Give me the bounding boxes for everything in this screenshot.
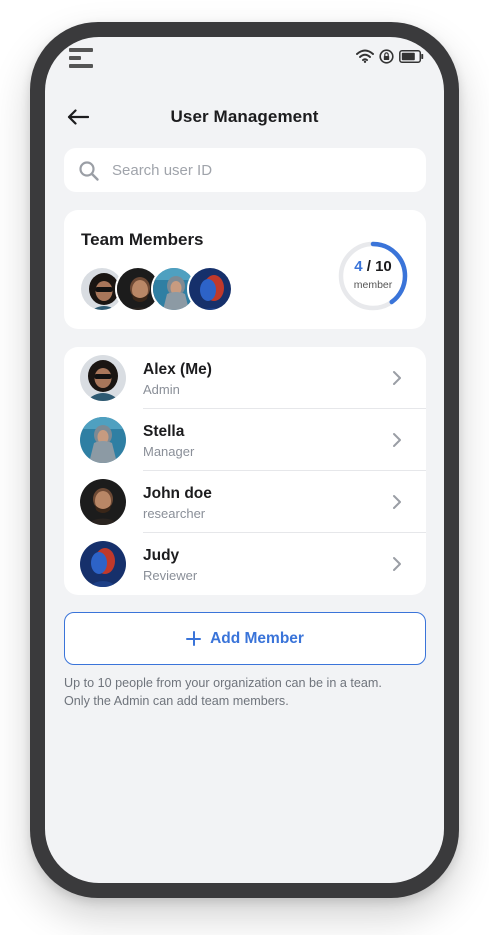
search-input[interactable] [112, 148, 412, 192]
chevron-right-icon [393, 433, 401, 447]
avatar [187, 266, 233, 312]
member-count-ring: 4 / 10 member [337, 240, 409, 312]
member-row-judy[interactable]: Judy Reviewer [64, 533, 426, 595]
member-name: Judy [143, 547, 180, 564]
status-bar [45, 37, 444, 81]
plus-icon [186, 631, 202, 646]
member-role: Admin [143, 382, 180, 397]
screen: User Management Team Members [45, 37, 444, 883]
header: User Management [45, 97, 444, 137]
member-name: Stella [143, 423, 185, 440]
note-line-1: Up to 10 people from your organization c… [64, 676, 382, 690]
member-count-current: 4 [354, 258, 363, 275]
wifi-icon [356, 49, 374, 63]
avatar [80, 541, 126, 587]
member-role: Manager [143, 444, 195, 459]
chevron-right-icon [393, 371, 401, 385]
member-row-alex[interactable]: Alex (Me) Admin [64, 347, 426, 409]
member-count-separator: / [366, 258, 371, 275]
lock-rotation-icon [379, 48, 394, 64]
member-name: Alex (Me) [143, 361, 212, 378]
member-name: John doe [143, 485, 212, 502]
member-row-stella[interactable]: Stella Manager [64, 409, 426, 471]
team-members-title: Team Members [81, 230, 204, 249]
status-icons [356, 48, 424, 64]
avatar [80, 417, 126, 463]
avatar-stack [79, 266, 239, 312]
add-member-button[interactable]: Add Member [64, 612, 426, 665]
member-role: researcher [143, 506, 206, 521]
page-title: User Management [170, 107, 319, 126]
phone-frame: User Management Team Members [30, 22, 459, 898]
member-row-john-doe[interactable]: John doe researcher [64, 471, 426, 533]
member-role: Reviewer [143, 568, 198, 583]
member-count-label: member [353, 279, 393, 291]
add-member-label: Add Member [210, 629, 304, 647]
member-count-max: 10 [375, 258, 392, 275]
chevron-right-icon [393, 495, 401, 509]
team-members-card: Team Members 4 / 10 member [64, 210, 426, 329]
member-count: 4 / 10 [337, 258, 409, 275]
menu-icon[interactable] [69, 48, 97, 68]
search-bar[interactable] [64, 148, 426, 192]
avatar [80, 355, 126, 401]
search-icon [79, 161, 99, 181]
member-list: Alex (Me) Admin Stella Manager John doe … [64, 347, 426, 595]
team-limit-note: Up to 10 people from your organization c… [64, 675, 426, 710]
chevron-right-icon [393, 557, 401, 571]
battery-icon [399, 49, 424, 63]
avatar [80, 479, 126, 525]
note-line-2: Only the Admin can add team members. [64, 693, 289, 708]
